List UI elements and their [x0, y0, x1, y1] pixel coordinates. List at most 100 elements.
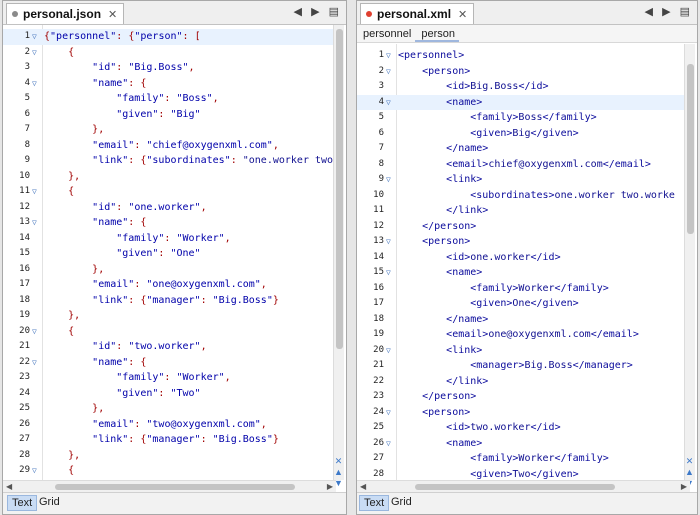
scrollbar-thumb[interactable]	[336, 29, 343, 349]
fold-toggle-icon[interactable]: ▽	[32, 184, 37, 200]
horizontal-scrollbar[interactable]: ◀ ▶	[3, 480, 336, 492]
horizontal-scrollbar[interactable]: ◀ ▶	[357, 480, 690, 492]
code-line[interactable]: 5 <family>Boss</family>	[357, 110, 687, 126]
tab-personal-json[interactable]: personal.json ✕	[6, 3, 125, 24]
fold-toggle-icon[interactable]: ▽	[386, 405, 391, 421]
vertical-scrollbar[interactable]	[333, 25, 344, 480]
next-tab-icon[interactable]: ▶	[662, 6, 673, 18]
code-line[interactable]: 12 </person>	[357, 219, 687, 235]
code-line[interactable]: 22 </link>	[357, 374, 687, 390]
code-line[interactable]: 7 },	[3, 122, 333, 138]
fold-toggle-icon[interactable]: ▽	[32, 29, 37, 45]
code-line[interactable]: 27 "link": {"manager": "Big.Boss"}	[3, 432, 333, 448]
code-line[interactable]: 28 },	[3, 448, 333, 464]
next-tab-icon[interactable]: ▶	[311, 6, 322, 18]
previous-tab-icon[interactable]: ◀	[294, 6, 305, 18]
code-line[interactable]: 29 ▽ {	[3, 463, 333, 479]
vertical-scrollbar[interactable]	[684, 44, 695, 480]
json-text-area[interactable]: 1 ▽ {"personnel": {"person": [2 ▽ {3 "id": …	[3, 25, 333, 480]
scroll-up-icon[interactable]: ▲	[333, 467, 344, 478]
code-line[interactable]: 2 ▽ <person>	[357, 64, 687, 80]
code-line[interactable]: 19 },	[3, 308, 333, 324]
previous-tab-icon[interactable]: ◀	[645, 6, 656, 18]
code-line[interactable]: 25 <id>two.worker</id>	[357, 420, 687, 436]
code-line[interactable]: 22 ▽ "name": {	[3, 355, 333, 371]
fold-toggle-icon[interactable]: ▽	[386, 95, 391, 111]
code-line[interactable]: 19 <email>one@oxygenxml.com</email>	[357, 327, 687, 343]
fold-toggle-icon[interactable]: ▽	[386, 436, 391, 452]
code-line[interactable]: 13 ▽ "name": {	[3, 215, 333, 231]
close-icon[interactable]: ✕	[108, 9, 117, 21]
code-line[interactable]: 6 "given": "Big"	[3, 107, 333, 123]
code-line[interactable]: 14 <id>one.worker</id>	[357, 250, 687, 266]
scrollbar-thumb[interactable]	[687, 64, 694, 234]
fold-toggle-icon[interactable]: ▽	[32, 215, 37, 231]
code-line[interactable]: 14 "family": "Worker",	[3, 231, 333, 247]
code-line[interactable]: 6 <given>Big</given>	[357, 126, 687, 142]
code-line[interactable]: 2 ▽ {	[3, 45, 333, 61]
code-line[interactable]: 23 "family": "Worker",	[3, 370, 333, 386]
mode-tab-text[interactable]: Text	[7, 495, 38, 511]
fold-toggle-icon[interactable]: ▽	[32, 355, 37, 371]
fold-toggle-icon[interactable]: ▽	[32, 324, 37, 340]
code-line[interactable]: 20 ▽ <link>	[357, 343, 687, 359]
code-line[interactable]: 15 ▽ <name>	[357, 265, 687, 281]
code-line[interactable]: 18 "link": {"manager": "Big.Boss"}	[3, 293, 333, 309]
breadcrumb-item-personnel[interactable]: personnel	[357, 25, 415, 40]
code-line[interactable]: 5 "family": "Boss",	[3, 91, 333, 107]
code-line[interactable]: 25 },	[3, 401, 333, 417]
fold-toggle-icon[interactable]: ▽	[386, 64, 391, 80]
clear-markers-icon[interactable]: ✕	[333, 456, 344, 467]
code-line[interactable]: 18 </name>	[357, 312, 687, 328]
code-line[interactable]: 28 <given>Two</given>	[357, 467, 687, 481]
code-line[interactable]: 3 <id>Big.Boss</id>	[357, 79, 687, 95]
fold-toggle-icon[interactable]: ▽	[386, 172, 391, 188]
code-line[interactable]: 26 "email": "two@oxygenxml.com",	[3, 417, 333, 433]
clear-markers-icon[interactable]: ✕	[684, 456, 695, 467]
code-line[interactable]: 16 },	[3, 262, 333, 278]
code-line[interactable]: 3 "id": "Big.Boss",	[3, 60, 333, 76]
code-line[interactable]: 15 "given": "One"	[3, 246, 333, 262]
code-line[interactable]: 4 ▽ "name": {	[3, 76, 333, 92]
code-line[interactable]: 8 "email": "chief@oxygenxml.com",	[3, 138, 333, 154]
fold-toggle-icon[interactable]: ▽	[386, 48, 391, 64]
scrollbar-thumb[interactable]	[55, 484, 295, 490]
fold-toggle-icon[interactable]: ▽	[386, 265, 391, 281]
breadcrumb-item-person[interactable]: person	[415, 25, 459, 42]
code-line[interactable]: 12 "id": "one.worker",	[3, 200, 333, 216]
tab-menu-icon[interactable]: ▤	[680, 6, 693, 18]
code-line[interactable]: 13 ▽ <person>	[357, 234, 687, 250]
fold-toggle-icon[interactable]: ▽	[386, 343, 391, 359]
scroll-up-icon[interactable]: ▲	[684, 467, 695, 478]
code-line[interactable]: 17 <given>One</given>	[357, 296, 687, 312]
code-line[interactable]: 26 ▽ <name>	[357, 436, 687, 452]
code-line[interactable]: 21 <manager>Big.Boss</manager>	[357, 358, 687, 374]
mode-tab-grid[interactable]: Grid	[387, 495, 416, 511]
code-line[interactable]: 23 </person>	[357, 389, 687, 405]
code-line[interactable]: 1 ▽ {"personnel": {"person": [	[3, 29, 333, 45]
fold-toggle-icon[interactable]: ▽	[32, 45, 37, 61]
code-line[interactable]: 10 },	[3, 169, 333, 185]
code-line[interactable]: 1 ▽ <personnel>	[357, 48, 687, 64]
fold-toggle-icon[interactable]: ▽	[386, 234, 391, 250]
tab-menu-icon[interactable]: ▤	[329, 6, 342, 18]
mode-tab-grid[interactable]: Grid	[35, 495, 64, 511]
code-line[interactable]: 20 ▽ {	[3, 324, 333, 340]
code-line[interactable]: 10 <subordinates>one.worker two.worke	[357, 188, 687, 204]
code-line[interactable]: 4 ▽ <name>	[357, 94, 687, 111]
code-line[interactable]: 24 ▽ <person>	[357, 405, 687, 421]
close-icon[interactable]: ✕	[458, 9, 467, 21]
code-line[interactable]: 24 "given": "Two"	[3, 386, 333, 402]
code-line[interactable]: 8 <email>chief@oxygenxml.com</email>	[357, 157, 687, 173]
code-line[interactable]: 7 </name>	[357, 141, 687, 157]
xml-text-area[interactable]: 1 ▽ <personnel> 2 ▽ <person> 3 <id>Big.Boss</…	[357, 44, 687, 480]
code-line[interactable]: 27 <family>Worker</family>	[357, 451, 687, 467]
code-line[interactable]: 9 ▽ <link>	[357, 172, 687, 188]
code-line[interactable]: 9 "link": {"subordinates": "one.worker t…	[3, 153, 333, 169]
code-line[interactable]: 11 </link>	[357, 203, 687, 219]
fold-toggle-icon[interactable]: ▽	[32, 76, 37, 92]
fold-toggle-icon[interactable]: ▽	[32, 463, 37, 479]
scrollbar-thumb[interactable]	[415, 484, 615, 490]
tab-personal-xml[interactable]: personal.xml ✕	[360, 3, 475, 24]
code-line[interactable]: 11 ▽ {	[3, 184, 333, 200]
